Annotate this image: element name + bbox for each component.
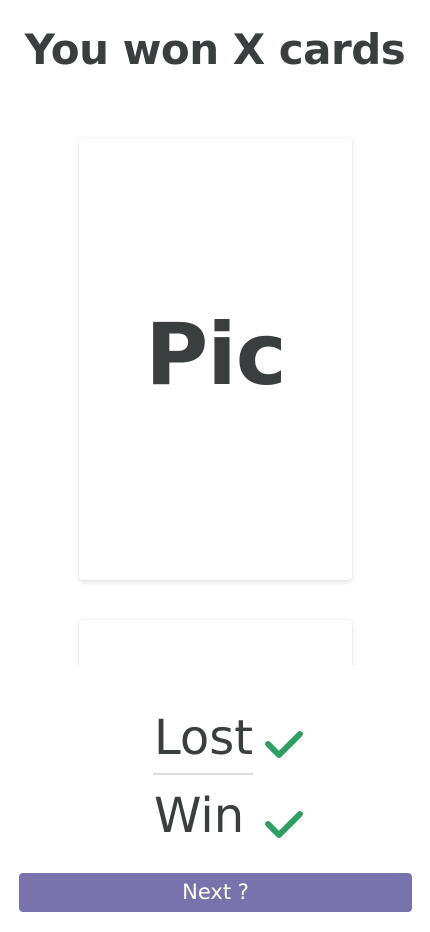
card-next-partial[interactable] — [79, 620, 352, 665]
card-pic-label: Pic — [145, 305, 286, 405]
card-carousel[interactable]: Pic — [0, 120, 430, 665]
result-win-label: Win — [154, 788, 245, 844]
result-lost-label: Lost — [154, 710, 254, 766]
check-icon — [265, 811, 303, 838]
page-title: You won X cards — [24, 25, 406, 74]
result-row-lost: Lost — [0, 708, 430, 772]
check-icon — [265, 731, 303, 758]
card-pic[interactable]: Pic — [79, 138, 352, 580]
next-button[interactable]: Next ? — [19, 873, 412, 912]
result-row-win: Win — [0, 786, 430, 850]
results-screen: You won X cards Pic Lost Win Next ? — [0, 0, 430, 932]
result-divider — [153, 773, 253, 775]
